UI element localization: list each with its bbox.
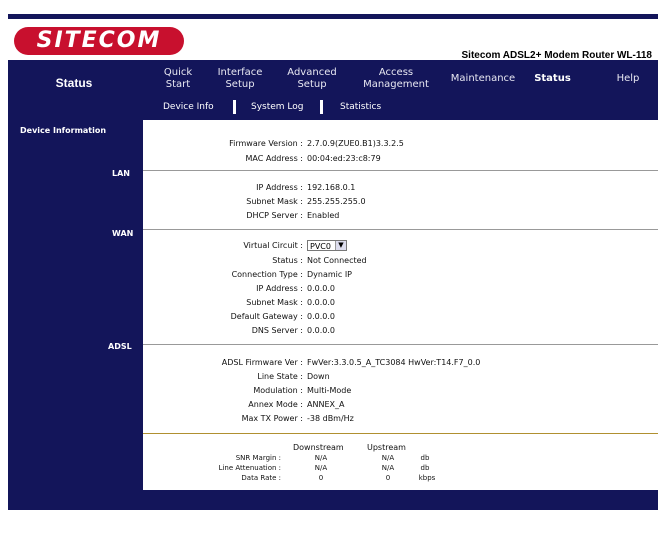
- tab-status[interactable]: Status: [525, 60, 580, 98]
- divider: [143, 170, 658, 171]
- wan-mask-label: Subnet Mask :: [246, 298, 303, 307]
- lan-ip-value: 192.168.0.1: [307, 183, 356, 192]
- upstream-header: Upstream: [367, 443, 406, 452]
- snr-unit: db: [420, 454, 430, 462]
- tab-advanced-setup[interactable]: Advanced Setup: [277, 60, 347, 98]
- rate-up: 0: [385, 474, 391, 482]
- atten-up: N/A: [381, 464, 395, 472]
- sub-nav: Device Info System Log Statistics: [143, 98, 658, 120]
- gateway-label: Default Gateway :: [230, 312, 303, 321]
- header: SITECOM Sitecom ADSL2+ Modem Router WL-1…: [8, 19, 658, 61]
- tab-help[interactable]: Help: [598, 60, 658, 98]
- wan-status-label: Status :: [272, 256, 303, 265]
- line-state-label: Line State :: [257, 372, 303, 381]
- modulation-value: Multi-Mode: [307, 386, 352, 395]
- downstream-header: Downstream: [293, 443, 344, 452]
- lan-ip-label: IP Address :: [256, 183, 303, 192]
- virtual-circuit-select[interactable]: PVC0 ▼: [307, 240, 347, 251]
- divider: [143, 433, 658, 434]
- tab-access-management[interactable]: Access Management: [351, 60, 441, 98]
- max-tx-value: -38 dBm/Hz: [307, 414, 354, 423]
- subnav-statistics[interactable]: Statistics: [340, 98, 381, 120]
- tab-maintenance[interactable]: Maintenance: [443, 60, 523, 98]
- chevron-down-icon: ▼: [335, 241, 346, 250]
- subnav-device-info[interactable]: Device Info: [163, 98, 214, 120]
- adsl-fw-label: ADSL Firmware Ver :: [221, 358, 303, 367]
- divider: [143, 229, 658, 230]
- mac-value: 00:04:ed:23:c8:79: [307, 154, 381, 163]
- sidebar-adsl: ADSL: [108, 342, 132, 351]
- snr-down: N/A: [314, 454, 328, 462]
- atten-unit: db: [420, 464, 430, 472]
- dhcp-label: DHCP Server :: [246, 211, 303, 220]
- sidebar-device-information: Device Information: [20, 126, 107, 135]
- data-rate-label: Data Rate :: [241, 474, 281, 482]
- conn-type-value: Dynamic IP: [307, 270, 353, 279]
- main-nav-row: Status Quick Start Interface Setup Advance…: [8, 60, 658, 98]
- dhcp-value: Enabled: [307, 211, 340, 220]
- annex-value: ANNEX_A: [307, 400, 345, 409]
- conn-type-label: Connection Type :: [231, 270, 303, 279]
- sidebar: Device Information LAN WAN ADSL: [8, 120, 143, 510]
- sidebar-wan: WAN: [112, 229, 134, 238]
- divider: [143, 344, 658, 345]
- modulation-label: Modulation :: [253, 386, 303, 395]
- router-window: SITECOM Sitecom ADSL2+ Modem Router WL-1…: [8, 14, 658, 510]
- subnav-system-log[interactable]: System Log: [251, 98, 304, 120]
- sitecom-logo: SITECOM: [14, 27, 184, 55]
- line-atten-label: Line Attenuation :: [218, 464, 281, 472]
- wan-ip-value: 0.0.0.0: [307, 284, 335, 293]
- line-state-value: Down: [307, 372, 330, 381]
- rate-down: 0: [318, 474, 324, 482]
- dns-label: DNS Server :: [251, 326, 303, 335]
- atten-down: N/A: [314, 464, 328, 472]
- snr-margin-label: SNR Margin :: [235, 454, 281, 462]
- subnav-separator: [320, 100, 323, 114]
- dns-value: 0.0.0.0: [307, 326, 335, 335]
- firmware-label: Firmware Version :: [229, 139, 303, 148]
- section-title: Status: [55, 76, 93, 90]
- annex-label: Annex Mode :: [248, 400, 303, 409]
- snr-up: N/A: [381, 454, 395, 462]
- main-nav: Quick Start Interface Setup Advanced Setup …: [143, 60, 658, 98]
- firmware-value: 2.7.0.9(ZUE0.B1)3.3.2.5: [307, 139, 404, 148]
- tab-quick-start[interactable]: Quick Start: [143, 60, 213, 98]
- status-content: Firmware Version : 2.7.0.9(ZUE0.B1)3.3.2…: [143, 120, 658, 490]
- wan-ip-label: IP Address :: [256, 284, 303, 293]
- wan-mask-value: 0.0.0.0: [307, 298, 335, 307]
- tab-interface-setup[interactable]: Interface Setup: [205, 60, 275, 98]
- lan-mask-label: Subnet Mask :: [246, 197, 303, 206]
- mac-label: MAC Address :: [245, 154, 303, 163]
- adsl-fw-value: FwVer:3.3.0.5_A_TC3084 HwVer:T14.F7_0.0: [307, 358, 481, 367]
- gateway-value: 0.0.0.0: [307, 312, 335, 321]
- sidebar-lan: LAN: [112, 169, 130, 178]
- vc-label: Virtual Circuit :: [243, 241, 303, 250]
- lan-mask-value: 255.255.255.0: [307, 197, 366, 206]
- rate-unit: kbps: [418, 474, 436, 482]
- wan-status-value: Not Connected: [307, 256, 367, 265]
- subnav-separator: [233, 100, 236, 114]
- max-tx-label: Max TX Power :: [241, 414, 303, 423]
